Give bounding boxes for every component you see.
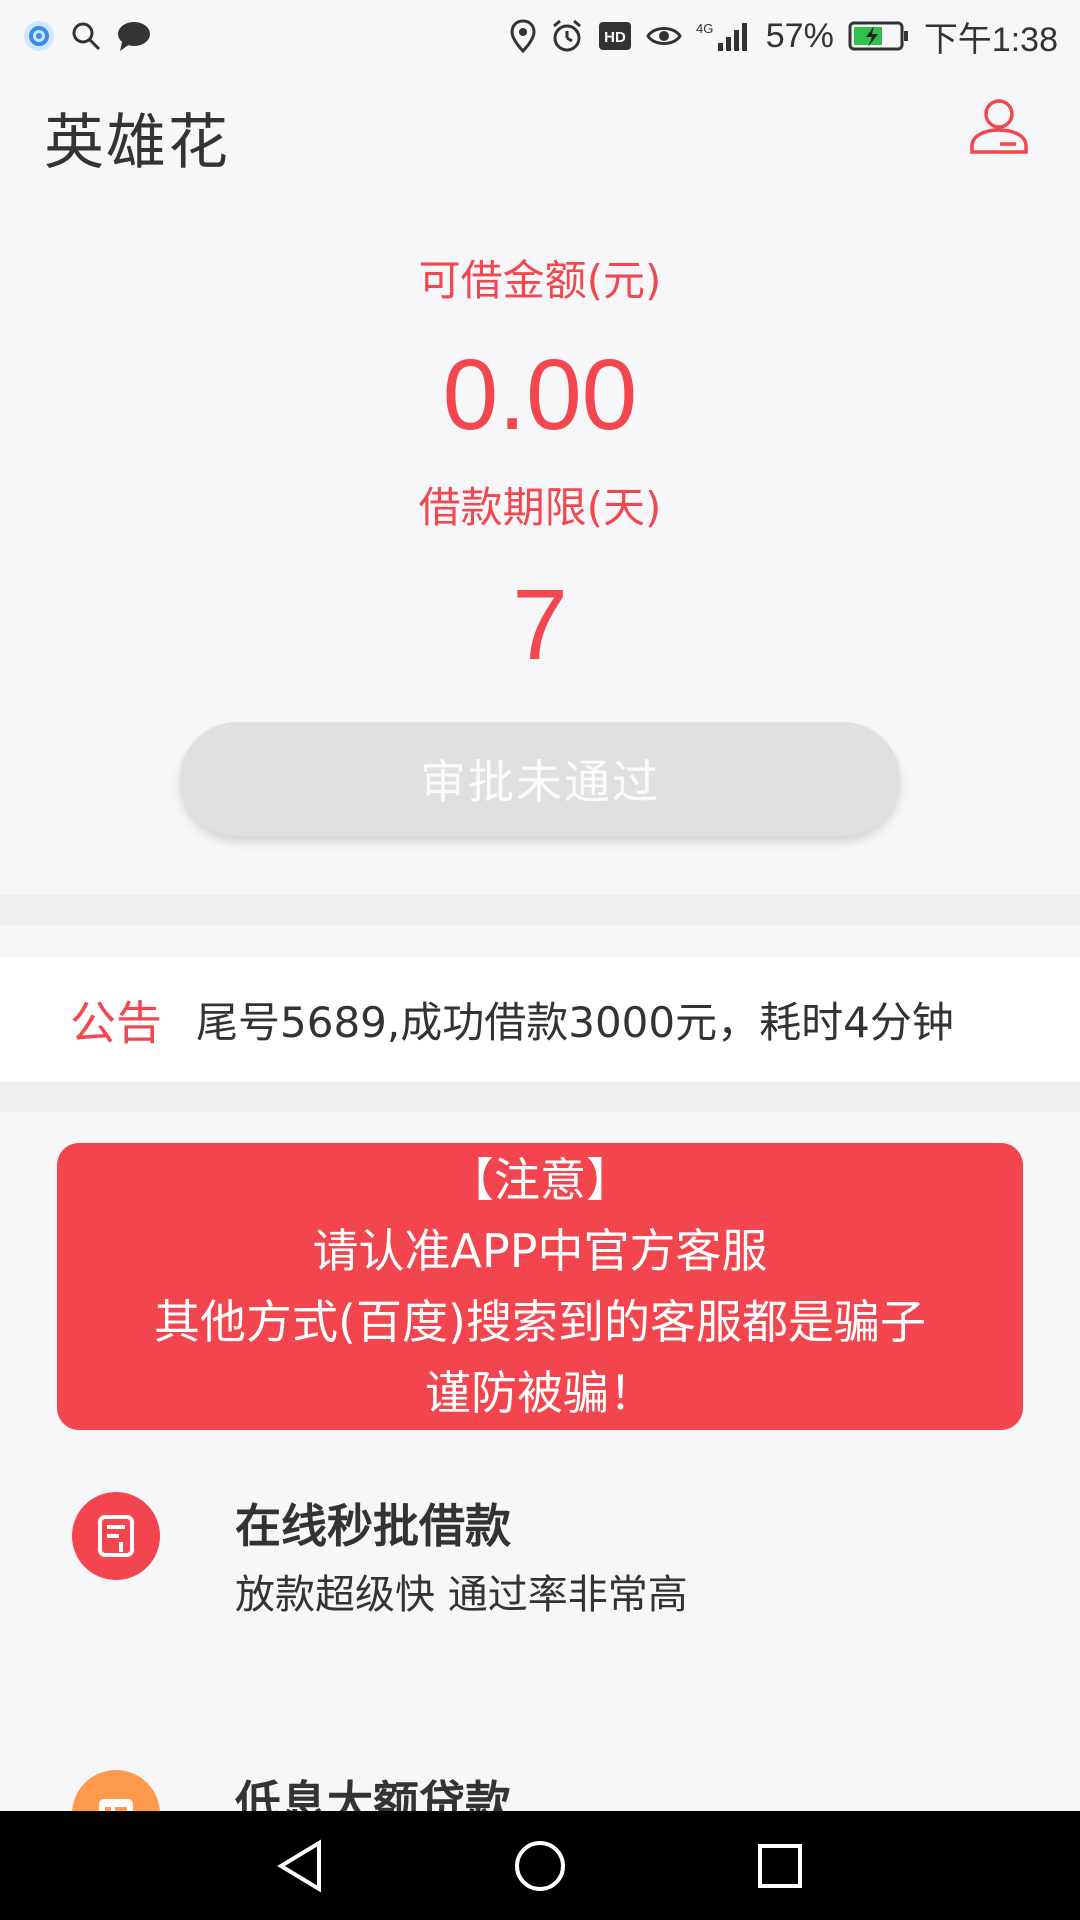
feature-subtitle: 放款超级快 通过率非常高 xyxy=(235,1572,688,1618)
search-icon xyxy=(70,20,102,52)
hd-text: HD xyxy=(604,29,626,46)
warning-line: 其他方式(百度)搜索到的客服都是骗子 xyxy=(154,1294,926,1349)
notice-bar[interactable]: 公告 尾号5689,成功借款3000元，耗时4分钟 xyxy=(0,957,1080,1082)
warning-banner: 【注意】 请认准APP中官方客服 其他方式(百度)搜索到的客服都是骗子 谨防被骗… xyxy=(57,1143,1023,1430)
warning-title: 【注意】 xyxy=(448,1152,632,1207)
app-header: 英雄花 xyxy=(0,72,1080,192)
home-icon xyxy=(515,1840,565,1891)
amount-label: 可借金额(元) xyxy=(418,256,662,305)
back-icon xyxy=(277,1838,321,1893)
browser-icon xyxy=(22,19,56,53)
signal-icon: 4G xyxy=(696,19,752,53)
recents-icon xyxy=(758,1843,802,1888)
warning-line: 请认准APP中官方客服 xyxy=(312,1223,768,1278)
feature-title: 在线秒批借款 xyxy=(235,1499,511,1553)
alarm-icon xyxy=(550,19,584,53)
notice-label: 公告 xyxy=(70,995,162,1050)
app-title: 英雄花 xyxy=(44,108,230,178)
chat-icon xyxy=(116,20,152,52)
amount-value: 0.00 xyxy=(442,339,638,451)
clock-time: 下午1:38 xyxy=(923,20,1058,59)
user-icon xyxy=(970,99,1028,154)
divider xyxy=(0,1082,1080,1112)
battery-icon xyxy=(848,20,910,52)
navigation-bar xyxy=(0,1811,1080,1920)
home-button[interactable] xyxy=(500,1826,580,1906)
profile-button[interactable] xyxy=(964,90,1034,160)
status-bar: HD 4G 57% 下午1:38 xyxy=(0,0,1080,72)
divider xyxy=(0,895,1080,925)
feature-title: 低息大额贷款 xyxy=(235,1776,511,1811)
term-label: 借款期限(天) xyxy=(418,483,662,532)
battery-percent: 57% xyxy=(765,16,834,55)
recents-button[interactable] xyxy=(740,1826,820,1906)
feature-item[interactable]: 在线秒批借款 放款超级快 通过率非常高 xyxy=(0,1470,1080,1640)
back-button[interactable] xyxy=(260,1826,340,1906)
notice-text: 尾号5689,成功借款3000元，耗时4分钟 xyxy=(196,998,954,1047)
hd-icon: HD xyxy=(598,21,632,51)
network-type: 4G xyxy=(696,21,713,36)
approval-status-button[interactable]: 审批未通过 xyxy=(180,722,900,836)
warning-line: 谨防被骗！ xyxy=(425,1365,655,1420)
card-icon xyxy=(72,1770,160,1811)
eye-icon xyxy=(645,23,682,49)
term-value: 7 xyxy=(512,569,568,681)
document-icon xyxy=(72,1492,160,1580)
location-icon xyxy=(510,19,536,53)
feature-item[interactable]: 低息大额贷款 xyxy=(0,1745,1080,1811)
